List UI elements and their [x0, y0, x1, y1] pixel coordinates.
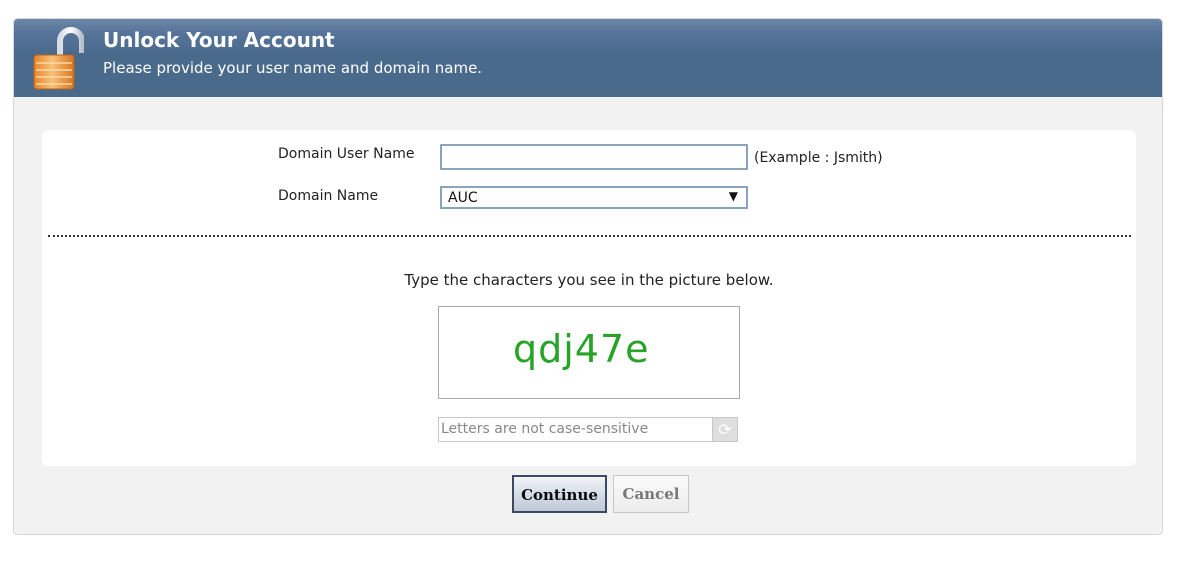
captcha-refresh-button[interactable]: ⟳	[712, 418, 737, 441]
captcha-input[interactable]: Letters are not case-sensitive ⟳	[438, 417, 738, 442]
captcha-image-text: qdj47e	[513, 327, 650, 371]
domain-label: Domain Name	[278, 188, 379, 204]
continue-button[interactable]: Continue	[512, 475, 607, 513]
domain-select[interactable]: AUC ▼	[440, 186, 748, 209]
domain-select-value: AUC	[448, 190, 478, 206]
panel-header: Unlock Your Account Please provide your …	[14, 19, 1162, 97]
cancel-button[interactable]: Cancel	[613, 475, 689, 513]
captcha-instruction: Type the characters you see in the pictu…	[404, 271, 774, 289]
form-card: Domain User Name (Example : Jsmith) Doma…	[42, 130, 1136, 466]
username-label: Domain User Name	[278, 146, 415, 162]
unlock-account-panel: Unlock Your Account Please provide your …	[13, 18, 1163, 535]
username-input[interactable]	[440, 144, 748, 170]
unlock-padlock-icon	[33, 27, 84, 90]
page-subtitle: Please provide your user name and domain…	[103, 59, 483, 77]
username-example-hint: (Example : Jsmith)	[754, 150, 883, 166]
dotted-divider	[48, 235, 1131, 237]
refresh-icon: ⟳	[718, 420, 732, 439]
captcha-image: qdj47e	[438, 306, 740, 399]
captcha-input-placeholder: Letters are not case-sensitive	[441, 421, 649, 437]
page-title: Unlock Your Account	[103, 28, 335, 52]
dropdown-arrow-icon: ▼	[728, 189, 738, 203]
